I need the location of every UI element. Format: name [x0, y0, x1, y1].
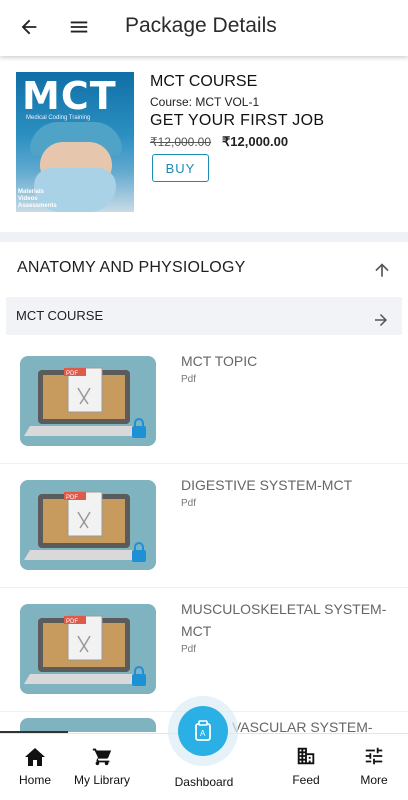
svg-text:A: A [200, 729, 206, 738]
package-course: Course: MCT VOL-1 [150, 95, 260, 109]
list-item[interactable]: PDF DIGESTIVE SYSTEM-MCT Pdf [0, 464, 408, 588]
svg-text:PDF: PDF [66, 495, 78, 501]
section-title: ANATOMY AND PHYSIOLOGY [17, 259, 246, 276]
pdf-laptop-thumbnail: PDF [20, 356, 156, 446]
nav-my-library[interactable]: My Library [70, 734, 134, 800]
subsection-header[interactable]: MCT COURSE [6, 297, 402, 335]
list-item[interactable]: PDF MUSCULOSKELETAL SYSTEM-MCT Pdf [0, 588, 408, 712]
subsection-title: MCT COURSE [16, 308, 104, 323]
package-name: MCT COURSE [150, 73, 258, 90]
cover-tags: Materials Videos Assessments [18, 189, 57, 209]
buy-button[interactable]: BUY [152, 154, 209, 182]
item-type: Pdf [181, 498, 197, 509]
nav-dashboard-label: Dashboard [174, 775, 234, 789]
cover-brand: MCT [22, 74, 117, 118]
item-title: MCT TOPIC [181, 353, 258, 369]
item-type: Pdf [181, 374, 197, 385]
nav-feed[interactable]: Feed [286, 734, 326, 800]
nav-home[interactable]: Home [15, 734, 55, 800]
svg-text:PDF: PDF [66, 619, 78, 625]
home-icon [23, 745, 47, 769]
item-title: MUSCULOSKELETAL SYSTEM-MCT [181, 601, 387, 639]
pdf-laptop-thumbnail: PDF [20, 480, 156, 570]
item-type: Pdf [181, 644, 197, 655]
original-price: ₹12,000.00 [150, 135, 212, 149]
page-title: Package Details [125, 14, 277, 37]
item-title: DIGESTIVE SYSTEM-MCT [181, 477, 353, 493]
collapse-arrow-up-icon[interactable] [372, 260, 392, 285]
section-divider [0, 232, 408, 242]
svg-text:PDF: PDF [66, 371, 78, 377]
package-summary: MCT Medical Coding Training Materials Vi… [0, 62, 408, 232]
pdf-laptop-thumbnail: PDF [20, 604, 156, 694]
section-header[interactable]: ANATOMY AND PHYSIOLOGY [0, 242, 408, 296]
dashboard-icon: A [195, 720, 211, 741]
open-arrow-right-icon[interactable] [372, 311, 390, 334]
list-item[interactable]: PDF MCT TOPIC Pdf [0, 340, 408, 464]
cart-icon [91, 745, 113, 769]
nav-more[interactable]: More [354, 734, 394, 800]
package-cover-image: MCT Medical Coding Training Materials Vi… [16, 72, 134, 212]
dashboard-button[interactable]: A [178, 706, 228, 756]
sliders-icon [363, 745, 385, 769]
building-icon [295, 745, 317, 769]
scroll-indicator [0, 731, 68, 733]
current-price: ₹12,000.00 [222, 134, 289, 149]
hamburger-menu-icon[interactable] [67, 15, 91, 39]
cover-brand-sub: Medical Coding Training [26, 115, 91, 121]
partial-thumbnail [20, 718, 156, 732]
app-bar: Package Details [0, 0, 408, 56]
back-arrow-icon[interactable] [17, 15, 41, 39]
package-tagline: GET YOUR FIRST JOB [150, 112, 325, 129]
